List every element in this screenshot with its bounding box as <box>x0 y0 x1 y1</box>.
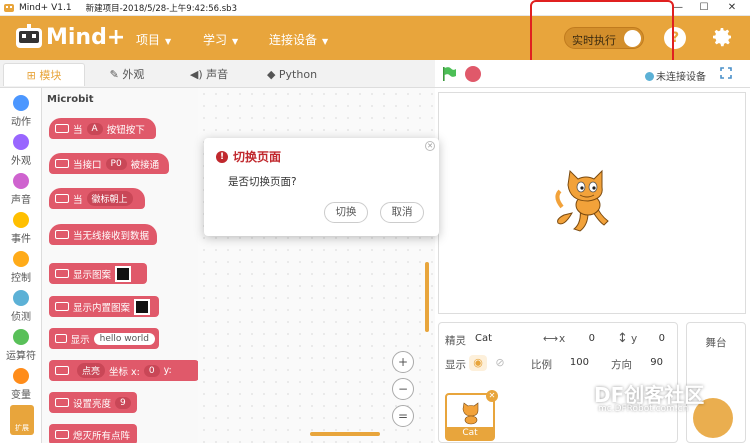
chevron-down-icon: ▼ <box>165 37 172 46</box>
app-title: Mind+ V1.1 <box>19 2 72 13</box>
menu-connect-device[interactable]: 连接设备 ▼ <box>269 31 328 48</box>
cancel-button[interactable]: 取消 <box>380 202 424 223</box>
menu-project[interactable]: 项目 ▼ <box>136 31 171 48</box>
brand-name: Mind+ <box>46 24 126 50</box>
dialog-title: 切换页面 <box>233 150 282 164</box>
highlight-annotation <box>530 0 674 67</box>
modal-overlay <box>0 60 750 443</box>
menu-learn[interactable]: 学习 ▼ <box>203 31 238 48</box>
robot-logo-icon <box>16 24 42 48</box>
switch-button[interactable]: 切换 <box>324 202 368 223</box>
maximize-button[interactable]: ☐ <box>690 0 718 16</box>
menu-connect-device-label: 连接设备 <box>269 33 318 47</box>
file-title: 新建项目-2018/5/28-上午9:42:56.sb3 <box>85 3 237 14</box>
dialog-message: 是否切换页面? <box>228 176 297 188</box>
chevron-down-icon: ▼ <box>322 37 329 46</box>
menu-learn-label: 学习 <box>203 33 228 47</box>
alert-icon: ! <box>216 150 228 163</box>
switch-page-dialog: ! 切换页面 ✕ 是否切换页面? 切换 取消 <box>204 138 439 236</box>
mind-plus-app-icon <box>4 3 14 12</box>
dialog-header: ! 切换页面 <box>216 148 281 165</box>
menu-project-label: 项目 <box>136 33 161 47</box>
chevron-down-icon: ▼ <box>232 37 239 46</box>
close-icon[interactable]: ✕ <box>425 141 435 151</box>
brand-logo: Mind+ <box>14 23 125 51</box>
close-window-button[interactable]: ✕ <box>718 0 746 16</box>
gear-icon[interactable] <box>710 25 734 49</box>
